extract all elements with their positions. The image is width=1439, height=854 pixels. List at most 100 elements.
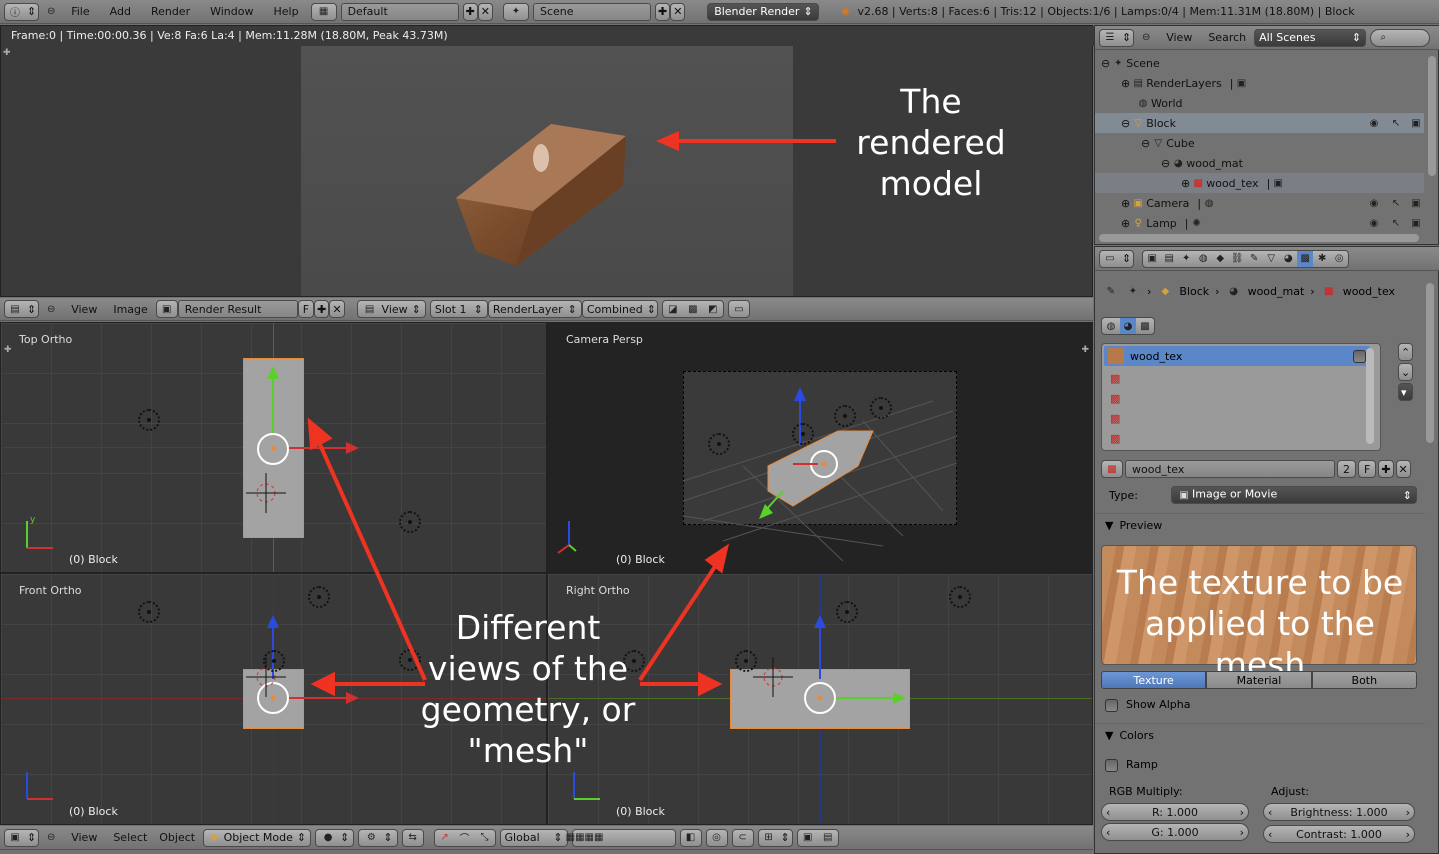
outliner-item-camera[interactable]: ⊕ ▣ Camera | ◍ ◉ ↖ ▣ — [1095, 193, 1424, 213]
texture-context-select[interactable]: ◍ ◕ ▩ — [1101, 317, 1155, 335]
outliner-item-renderlayers[interactable]: ⊕ ▤ RenderLayers | ▣ — [1095, 73, 1424, 93]
outliner-type-button[interactable]: ☰ ⇕ — [1099, 28, 1135, 47]
brightness-field[interactable]: ‹ Brightness: 1.000 › — [1263, 803, 1415, 821]
menu-select[interactable]: Select — [109, 831, 151, 844]
image-browse-button[interactable]: ▣ — [155, 300, 178, 318]
menu-add[interactable]: Add — [102, 5, 139, 18]
outliner-item-wood-mat[interactable]: ⊖ ◕ wood_mat — [1095, 153, 1424, 173]
constraints-tab-icon[interactable]: ⛓ — [1229, 251, 1245, 267]
contrast-field[interactable]: ‹ Contrast: 1.000 › — [1263, 825, 1415, 843]
modifiers-tab-icon[interactable]: ✎ — [1246, 251, 1262, 267]
preview-panel-header[interactable]: ▼ Preview — [1105, 519, 1162, 532]
slot-select[interactable]: Slot 1 ⇕ — [429, 300, 488, 318]
render-camera-icon[interactable]: ▣ — [1408, 195, 1424, 211]
menu-file[interactable]: File — [63, 5, 97, 18]
draw-channels-button[interactable]: ◪ ▩ ◩ — [661, 300, 724, 318]
layout-selector[interactable]: ▦ — [310, 2, 337, 21]
colors-panel-header[interactable]: ▼ Colors — [1105, 729, 1154, 742]
render-camera-icon[interactable]: ▣ — [1408, 115, 1424, 131]
image-add-button[interactable]: ✚ — [314, 300, 330, 318]
empty-slot[interactable]: ▩ — [1110, 372, 1120, 385]
outliner-item-scene[interactable]: ⊖ ✦ Scene — [1095, 53, 1424, 73]
outliner-item-block[interactable]: ⊖ ▽ Block ◉ ↖ ▣ — [1095, 113, 1424, 133]
outliner-item-wood-tex[interactable]: ⊕ ▩ wood_tex | ▣ — [1095, 173, 1424, 193]
collapse-icon[interactable]: ⊖ — [43, 4, 59, 20]
info-editor-button[interactable]: ⓘ ⇕ — [4, 2, 40, 21]
proportional-edit-button[interactable]: ◎ — [705, 828, 728, 847]
render-engine-select[interactable]: Blender Render ⇕ — [707, 2, 820, 21]
physics-tab-icon[interactable]: ◎ — [1331, 251, 1347, 267]
render-opengl-button[interactable]: ▣ ▤ — [796, 828, 839, 847]
layers-tab-icon[interactable]: ▤ — [1161, 251, 1177, 267]
image-editor-type-button[interactable]: ▤ ⇕ — [4, 300, 40, 318]
outliner-scrollbar[interactable] — [1428, 56, 1436, 176]
transform-manipulators[interactable]: ↗ ⌒ ⤡ — [433, 828, 496, 847]
g-multiply-field[interactable]: ‹ G: 1.000 › — [1101, 823, 1249, 841]
outliner-item-world[interactable]: ◍ World — [1095, 93, 1424, 113]
mode-select[interactable]: ◆ Object Mode ⇕ — [203, 828, 312, 847]
image-name-field[interactable]: Render Result — [177, 300, 298, 318]
object-tab-icon[interactable]: ◆ — [1212, 251, 1228, 267]
data-tab-icon[interactable]: ▽ — [1263, 251, 1279, 267]
tab-texture[interactable]: Texture — [1101, 671, 1207, 689]
menu-image[interactable]: Image — [109, 303, 151, 316]
world-texture-icon[interactable]: ◍ — [1103, 318, 1119, 334]
world-tab-icon[interactable]: ◍ — [1195, 251, 1211, 267]
properties-type-button[interactable]: ▭ ⇕ — [1099, 249, 1135, 268]
menu-render[interactable]: Render — [143, 5, 198, 18]
layout-name-field[interactable]: Default — [340, 2, 459, 21]
scene-name-field[interactable]: Scene — [533, 2, 651, 21]
layout-remove-button[interactable]: ✕ — [477, 2, 493, 21]
outliner-hscrollbar[interactable] — [1099, 234, 1419, 242]
material-tab-icon[interactable]: ◕ — [1280, 251, 1296, 267]
outliner-item-lamp[interactable]: ⊕ ♀ Lamp | ✺ ◉ ↖ ▣ — [1095, 213, 1424, 233]
view-select[interactable]: ▤ View ⇕ — [356, 300, 426, 318]
collapse-icon[interactable]: ⊖ — [1138, 30, 1154, 46]
other-texture-icon[interactable]: ▩ — [1137, 318, 1153, 334]
texture-name-field[interactable]: wood_tex — [1125, 460, 1335, 478]
slot-up-button[interactable]: ⌃ — [1398, 343, 1414, 361]
menu-view[interactable]: View — [63, 303, 105, 316]
ramp-checkbox[interactable] — [1105, 758, 1118, 772]
render-layer-select[interactable]: RenderLayer ⇕ — [487, 300, 582, 318]
pin-icon[interactable]: ✎ — [1103, 283, 1119, 299]
pivot-select[interactable]: ⚙ ⇕ — [358, 828, 398, 847]
texture-users-count[interactable]: 2 — [1337, 460, 1356, 478]
slot-down-button[interactable]: ⌄ — [1398, 363, 1414, 381]
menu-window[interactable]: Window — [202, 5, 261, 18]
tab-both[interactable]: Both — [1311, 671, 1417, 689]
menu-help[interactable]: Help — [265, 5, 306, 18]
display-mode-select[interactable]: All Scenes ⇕ — [1254, 28, 1367, 47]
empty-slot[interactable]: ▩ — [1110, 392, 1120, 405]
eye-icon[interactable]: ◉ — [1366, 215, 1382, 231]
layers-grid[interactable]: ▦▦▦▦ — [566, 828, 676, 847]
outliner-item-cube[interactable]: ⊖ ▽ Cube — [1095, 133, 1424, 153]
manipulator-toggle[interactable]: ⇆ — [401, 828, 424, 847]
empty-slot[interactable]: ▩ — [1110, 432, 1120, 445]
cursor-icon[interactable]: ↖ — [1388, 115, 1404, 131]
context-tabs[interactable]: ▣ ▤ ✦ ◍ ◆ ⛓ ✎ ▽ ◕ ▩ ✱ ◎ — [1142, 249, 1350, 268]
texture-remove-button[interactable]: ✕ — [1395, 460, 1411, 478]
cursor-icon[interactable]: ↖ — [1388, 195, 1404, 211]
slot-list-scrollbar[interactable] — [1366, 348, 1374, 444]
texture-type-select[interactable]: ▣ Image or Movie ⇕ — [1171, 486, 1417, 504]
viewport-shading-select[interactable]: ● ⇕ — [315, 828, 355, 847]
scene-selector[interactable]: ✦ — [503, 2, 529, 21]
layout-add-button[interactable]: ✚ — [462, 2, 478, 21]
cursor-icon[interactable]: ↖ — [1388, 215, 1404, 231]
particles-tab-icon[interactable]: ✱ — [1314, 251, 1330, 267]
eye-icon[interactable]: ◉ — [1366, 115, 1382, 131]
slot-enabled-checkbox[interactable] — [1353, 349, 1366, 363]
texture-tab-icon[interactable]: ▩ — [1297, 250, 1314, 267]
show-alpha-checkbox[interactable] — [1105, 698, 1118, 712]
orientation-select[interactable]: Global ⇕ — [499, 828, 568, 847]
menu-search[interactable]: Search — [1204, 31, 1250, 44]
pin-button[interactable]: ▭ — [727, 300, 750, 318]
collapse-icon[interactable]: ⊖ — [43, 830, 59, 846]
texture-add-button[interactable]: ✚ — [1378, 460, 1394, 478]
texture-slot-active[interactable]: wood_tex — [1104, 346, 1370, 366]
show-alpha-row[interactable]: Show Alpha — [1105, 698, 1190, 712]
fake-user-button[interactable]: F — [1358, 460, 1377, 478]
image-remove-button[interactable]: ✕ — [329, 300, 345, 318]
properties-scrollbar[interactable] — [1426, 283, 1434, 443]
